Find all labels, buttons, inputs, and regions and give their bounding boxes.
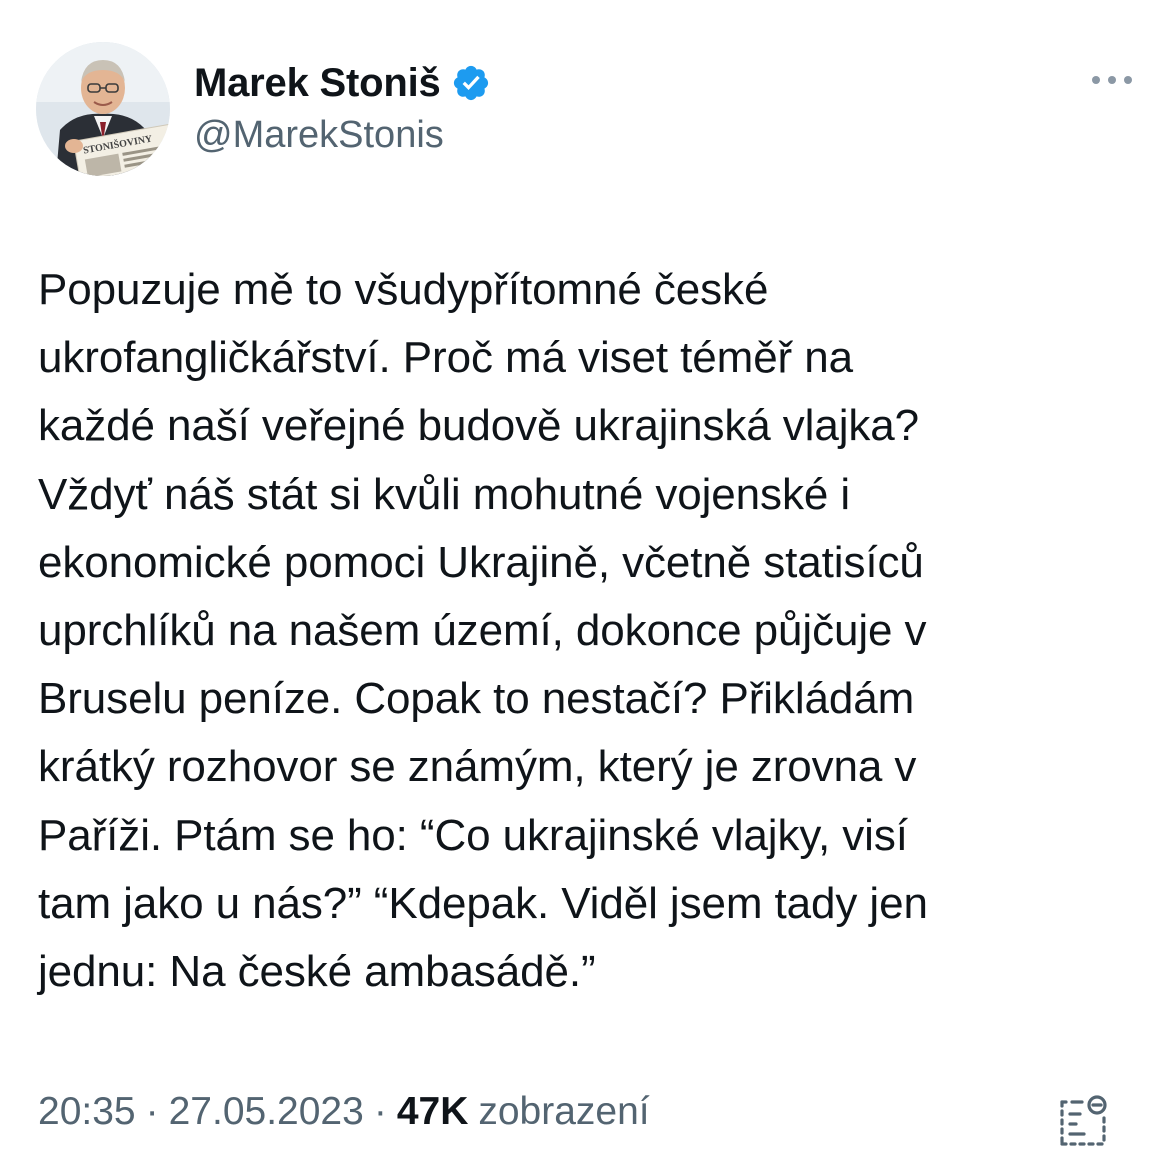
avatar-image: STONIŠOVINY (36, 42, 170, 176)
meta-separator: · (373, 1090, 387, 1133)
display-name[interactable]: Marek Stoniš (194, 61, 441, 106)
analytics-icon[interactable] (1056, 1094, 1110, 1148)
user-info[interactable]: Marek Stoniš @MarekStonis (194, 58, 491, 157)
verified-badge-icon (451, 63, 491, 103)
avatar[interactable]: STONIŠOVINY (36, 42, 170, 176)
views-label: zobrazení (478, 1090, 650, 1133)
tweet-header: STONIŠOVINY Marek Stoniš @MarekStonis (36, 42, 1136, 178)
user-handle[interactable]: @MarekStonis (194, 114, 491, 157)
tweet-text: Popuzuje mě to všudypřítomné české ukrof… (38, 265, 928, 997)
meta-separator: · (145, 1090, 159, 1133)
tweet-time[interactable]: 20:35 (38, 1090, 136, 1134)
display-name-row: Marek Stoniš (194, 58, 491, 108)
more-horizontal-icon[interactable] (1090, 70, 1134, 90)
tweet-meta: 20:35 · 27.05.2023 · 47K zobrazení (38, 1090, 650, 1134)
tweet-date[interactable]: 27.05.2023 (169, 1090, 364, 1134)
views-count: 47K (396, 1090, 469, 1133)
